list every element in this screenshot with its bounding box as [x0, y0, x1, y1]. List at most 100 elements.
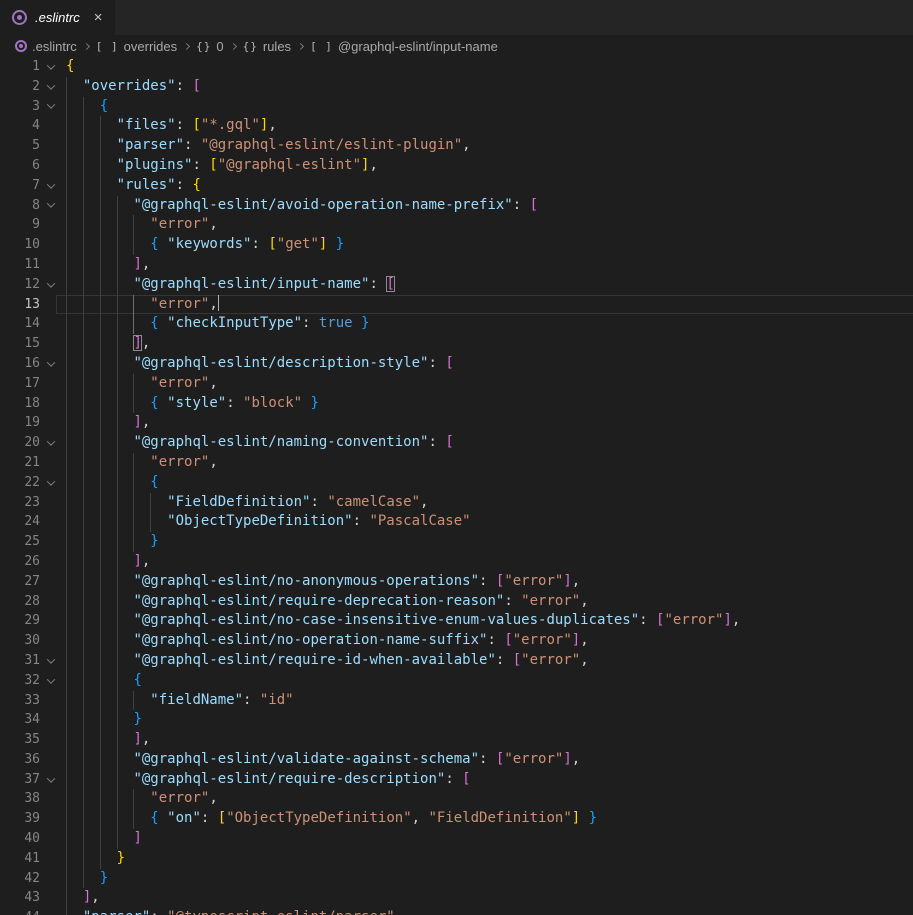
vscode-window: .eslintrc × .eslintrc [ ] overrides {} 0… — [0, 0, 913, 915]
code-line[interactable]: 23 "FieldDefinition": "camelCase", — [0, 493, 913, 513]
code-line[interactable]: 3 { — [0, 97, 913, 117]
code-line[interactable]: 1{ — [0, 57, 913, 77]
code-line[interactable]: 43 ], — [0, 888, 913, 908]
code-line[interactable]: 26 ], — [0, 552, 913, 572]
fold-chevron-icon[interactable] — [40, 77, 62, 97]
breadcrumb-item-overrides[interactable]: [ ] overrides — [96, 39, 177, 54]
indent-guide — [66, 97, 67, 117]
indent-guide — [117, 473, 118, 493]
indent-guide — [83, 453, 84, 473]
indent-guide — [66, 453, 67, 473]
tab-label: .eslintrc — [35, 10, 80, 25]
line-number: 27 — [0, 572, 40, 592]
code-line[interactable]: 39 { "on": ["ObjectTypeDefinition", "Fie… — [0, 809, 913, 829]
code-line[interactable]: 37 "@graphql-eslint/require-description"… — [0, 770, 913, 790]
code-line[interactable]: 42 } — [0, 869, 913, 889]
code-line[interactable]: 33 "fieldName": "id" — [0, 691, 913, 711]
code-line[interactable]: 7 "rules": { — [0, 176, 913, 196]
code-line[interactable]: 36 "@graphql-eslint/validate-against-sch… — [0, 750, 913, 770]
code-line[interactable]: 18 { "style": "block" } — [0, 394, 913, 414]
code-line-content: "files": ["*.gql"], — [62, 116, 913, 136]
code-line[interactable]: 25 } — [0, 532, 913, 552]
code-line[interactable]: 14 { "checkInputType": true } — [0, 314, 913, 334]
code-line[interactable]: 35 ], — [0, 730, 913, 750]
code-line[interactable]: 12 "@graphql-eslint/input-name": [ — [0, 275, 913, 295]
gutter: 43 — [0, 888, 62, 908]
gutter: 38 — [0, 789, 62, 809]
code-line[interactable]: 15 ], — [0, 334, 913, 354]
fold-chevron-icon[interactable] — [40, 770, 62, 790]
code-line[interactable]: 21 "error", — [0, 453, 913, 473]
fold-chevron-icon[interactable] — [40, 97, 62, 117]
editor[interactable]: 1{2 "overrides": [3 {4 "files": ["*.gql"… — [0, 57, 913, 915]
breadcrumb-item-0[interactable]: {} 0 — [196, 39, 223, 54]
breadcrumb-label: rules — [263, 39, 291, 54]
code-line[interactable]: 32 { — [0, 671, 913, 691]
code-line[interactable]: 5 "parser": "@graphql-eslint/eslint-plug… — [0, 136, 913, 156]
code-line[interactable]: 38 "error", — [0, 789, 913, 809]
code-line[interactable]: 40 ] — [0, 829, 913, 849]
code-line[interactable]: 11 ], — [0, 255, 913, 275]
indent-guide — [100, 176, 101, 196]
code-line[interactable]: 16 "@graphql-eslint/description-style": … — [0, 354, 913, 374]
indent-guide — [117, 572, 118, 592]
line-number: 28 — [0, 592, 40, 612]
indent-guide — [66, 374, 67, 394]
fold-chevron-icon[interactable] — [40, 275, 62, 295]
indent-guide — [66, 532, 67, 552]
fold-chevron-icon[interactable] — [40, 354, 62, 374]
fold-chevron-icon[interactable] — [40, 196, 62, 216]
indent-guide — [66, 235, 67, 255]
code-line[interactable]: 20 "@graphql-eslint/naming-convention": … — [0, 433, 913, 453]
indent-guide — [66, 592, 67, 612]
breadcrumb-item-rule[interactable]: [ ] @graphql-eslint/input-name — [310, 39, 498, 54]
fold-chevron-icon[interactable] — [40, 57, 62, 77]
indent-guide — [66, 849, 67, 869]
breadcrumb-item-file[interactable]: .eslintrc — [15, 39, 77, 54]
code-line[interactable]: 4 "files": ["*.gql"], — [0, 116, 913, 136]
fold-chevron-icon[interactable] — [40, 473, 62, 493]
fold-spacer — [40, 215, 62, 235]
fold-spacer — [40, 493, 62, 513]
code-line[interactable]: 31 "@graphql-eslint/require-id-when-avai… — [0, 651, 913, 671]
code-line[interactable]: 29 "@graphql-eslint/no-case-insensitive-… — [0, 611, 913, 631]
code-line[interactable]: 17 "error", — [0, 374, 913, 394]
code-line[interactable]: 13 "error", — [0, 295, 913, 315]
code-line[interactable]: 6 "plugins": ["@graphql-eslint"], — [0, 156, 913, 176]
code-line[interactable]: 2 "overrides": [ — [0, 77, 913, 97]
code-line[interactable]: 19 ], — [0, 413, 913, 433]
fold-chevron-icon[interactable] — [40, 671, 62, 691]
indent-guide — [66, 552, 67, 572]
tab-eslintrc[interactable]: .eslintrc × — [0, 0, 115, 35]
line-number: 24 — [0, 512, 40, 532]
indent-guide — [66, 394, 67, 414]
line-number: 38 — [0, 789, 40, 809]
indent-guide — [66, 888, 67, 908]
indent-guide — [100, 116, 101, 136]
close-icon[interactable]: × — [94, 10, 103, 25]
code-line-content: "error", — [62, 789, 913, 809]
indent-guide — [66, 334, 67, 354]
fold-chevron-icon[interactable] — [40, 176, 62, 196]
code-line[interactable]: 30 "@graphql-eslint/no-operation-name-su… — [0, 631, 913, 651]
code-line[interactable]: 10 { "keywords": ["get"] } — [0, 235, 913, 255]
fold-spacer — [40, 829, 62, 849]
fold-chevron-icon[interactable] — [40, 651, 62, 671]
indent-guide — [83, 176, 84, 196]
indent-guide — [100, 136, 101, 156]
code-line[interactable]: 22 { — [0, 473, 913, 493]
code-line[interactable]: 27 "@graphql-eslint/no-anonymous-operati… — [0, 572, 913, 592]
code-line[interactable]: 34 } — [0, 710, 913, 730]
code-line[interactable]: 41 } — [0, 849, 913, 869]
code-line[interactable]: 9 "error", — [0, 215, 913, 235]
code-line[interactable]: 24 "ObjectTypeDefinition": "PascalCase" — [0, 512, 913, 532]
indent-guide — [83, 532, 84, 552]
indent-guide — [100, 493, 101, 513]
code-line[interactable]: 28 "@graphql-eslint/require-deprecation-… — [0, 592, 913, 612]
code-line[interactable]: 8 "@graphql-eslint/avoid-operation-name-… — [0, 196, 913, 216]
fold-chevron-icon[interactable] — [40, 433, 62, 453]
breadcrumb-item-rules[interactable]: {} rules — [243, 39, 291, 54]
fold-spacer — [40, 512, 62, 532]
code-line[interactable]: 44 "parser": "@typescript-eslint/parser" — [0, 908, 913, 915]
code-line-content: { — [62, 671, 913, 691]
